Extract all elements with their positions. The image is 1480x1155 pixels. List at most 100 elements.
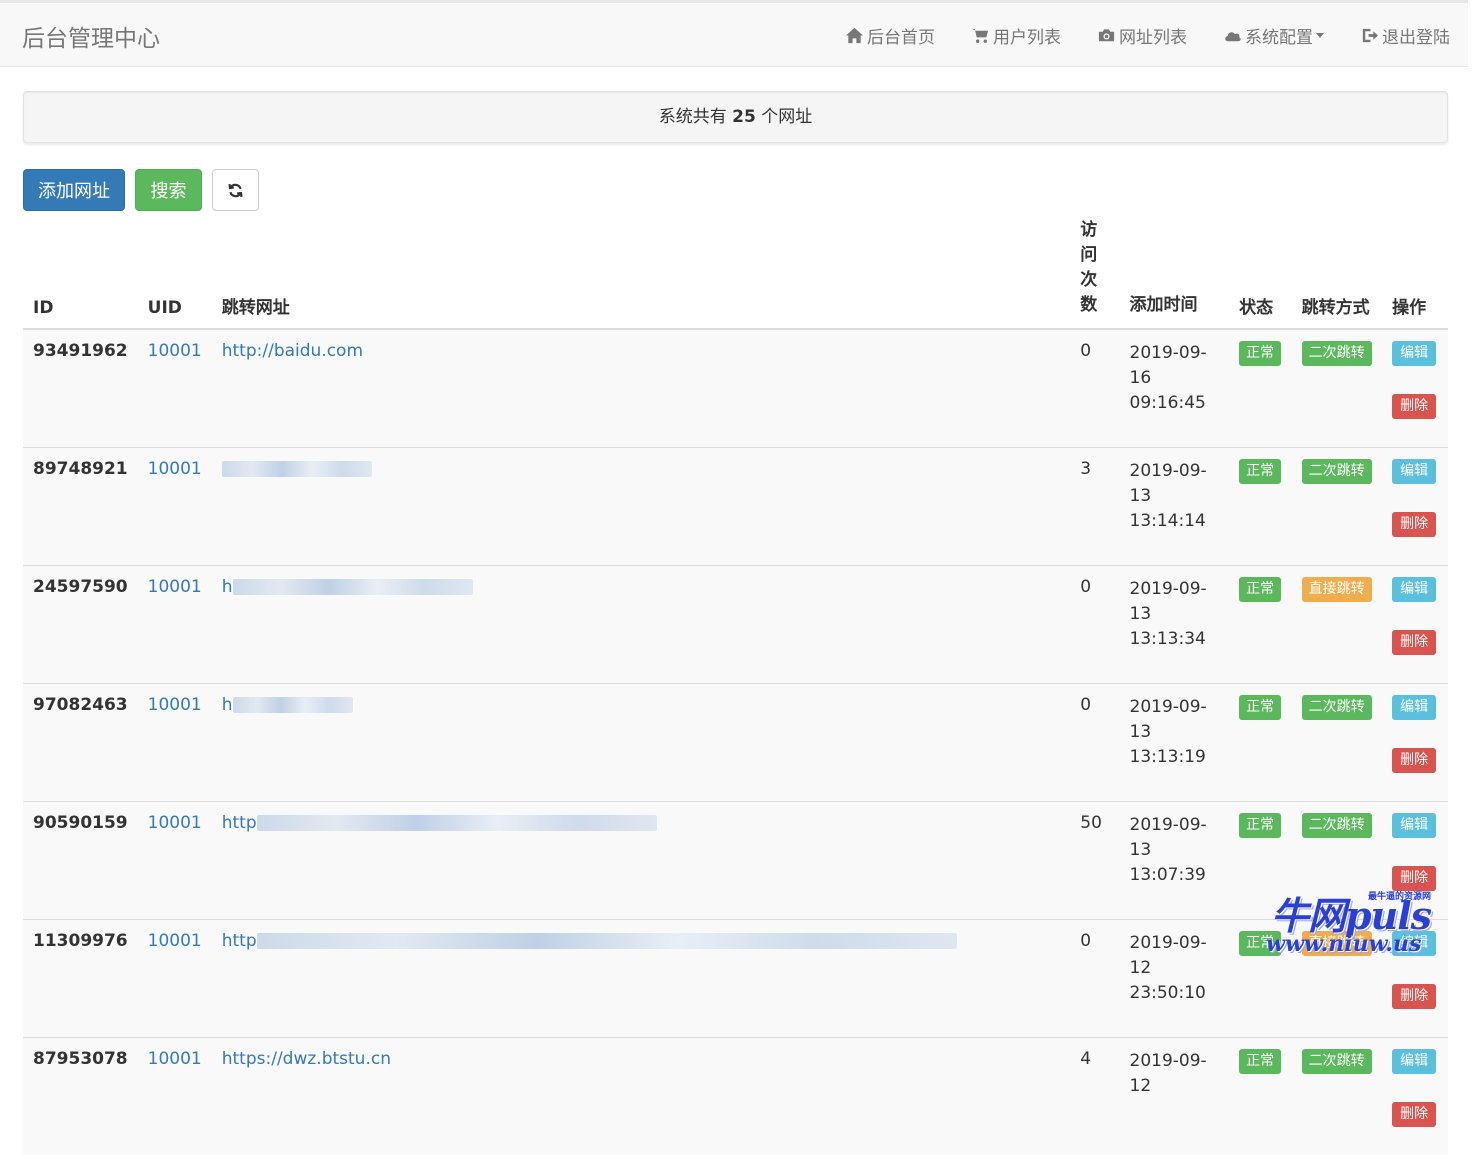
- redirect-mode-badge[interactable]: 二次跳转: [1302, 813, 1372, 838]
- header-uid: UID: [138, 218, 212, 329]
- edit-button[interactable]: 编辑: [1392, 459, 1436, 484]
- table-row: 93491962 10001 http://baidu.com 02019-09-16…: [23, 329, 1448, 448]
- cell-date: 2019-09-13: [1130, 695, 1220, 745]
- cell-id: 87953078: [23, 1038, 138, 1155]
- header-mode: 跳转方式: [1292, 218, 1383, 329]
- status-badge[interactable]: 正常: [1239, 1049, 1281, 1074]
- table-row: 89748921 10001 32019-09-1313:14:14 正常二次跳转编辑…: [23, 448, 1448, 566]
- cell-date: 2019-09-12: [1130, 1049, 1220, 1099]
- watermark-url: www.niuw.us: [1266, 931, 1421, 957]
- cell-clock: 09:16:45: [1130, 391, 1220, 416]
- navbar-brand[interactable]: 后台管理中心: [22, 19, 160, 53]
- status-badge[interactable]: 正常: [1239, 813, 1281, 838]
- url-table: ID UID 跳转网址 访问次数 添加时间 状态 跳转方式 操作 9349196…: [23, 218, 1448, 1155]
- top-navbar: 后台管理中心 后台首页 用户列表 网址列表 系统配置 退出登陆: [0, 0, 1468, 67]
- row-actions: 编辑删除: [1392, 341, 1438, 447]
- uid-link[interactable]: 10001: [148, 459, 202, 479]
- redacted-url-blur: [233, 579, 473, 595]
- nav-item-urls[interactable]: 网址列表: [1097, 23, 1187, 48]
- header-op: 操作: [1382, 218, 1448, 329]
- cell-id: 97082463: [23, 684, 138, 802]
- cell-visits: 0: [1070, 684, 1119, 802]
- cell-time: 2019-09-1313:13:19: [1120, 684, 1230, 802]
- status-badge[interactable]: 正常: [1239, 695, 1281, 720]
- nav-item-home[interactable]: 后台首页: [845, 23, 935, 48]
- cell-date: 2019-09-13: [1130, 813, 1220, 863]
- nav-item-users[interactable]: 用户列表: [971, 23, 1061, 48]
- cell-visits: 3: [1070, 448, 1119, 566]
- uid-link[interactable]: 10001: [148, 695, 202, 715]
- url-link[interactable]: http://baidu.com: [222, 341, 363, 361]
- cell-time: 2019-09-1609:16:45: [1120, 329, 1230, 448]
- cell-time: 2019-09-1223:50:10: [1120, 920, 1230, 1038]
- redirect-mode-badge[interactable]: 直接跳转: [1302, 577, 1372, 602]
- summary-prefix: 系统共有: [659, 107, 727, 127]
- status-badge[interactable]: 正常: [1239, 577, 1281, 602]
- nav-menu: 后台首页 用户列表 网址列表 系统配置 退出登陆: [809, 3, 1450, 67]
- redirect-mode-badge[interactable]: 二次跳转: [1302, 459, 1372, 484]
- delete-button[interactable]: 删除: [1392, 512, 1436, 537]
- edit-button[interactable]: 编辑: [1392, 813, 1436, 838]
- cell-time: 2019-09-1313:13:34: [1120, 566, 1230, 684]
- table-row: 9059015910001http502019-09-1313:07:39正常二…: [23, 802, 1448, 920]
- cell-date: 2019-09-13: [1130, 459, 1220, 509]
- table-row: 2459759010001h02019-09-1313:13:34正常直接跳转编…: [23, 566, 1448, 684]
- uid-link[interactable]: 10001: [148, 577, 202, 597]
- table-header-row: ID UID 跳转网址 访问次数 添加时间 状态 跳转方式 操作: [23, 218, 1448, 329]
- cell-visits: 4: [1070, 1038, 1119, 1155]
- url-link[interactable]: http: [222, 813, 257, 833]
- cell-id: 89748921: [23, 448, 138, 566]
- search-button[interactable]: 搜索: [135, 169, 202, 211]
- uid-link[interactable]: 10001: [148, 1049, 202, 1069]
- chevron-down-icon: [1316, 33, 1324, 38]
- status-badge[interactable]: 正常: [1239, 341, 1281, 366]
- delete-button[interactable]: 删除: [1392, 1102, 1436, 1127]
- redacted-url-blur: [257, 933, 957, 949]
- cell-time: 2019-09-1313:07:39: [1120, 802, 1230, 920]
- watermark-logo: 牛网puls 最牛逼的资源网 www.niuw.us: [1265, 885, 1465, 957]
- table-row: 1130997610001http02019-09-1223:50:10正常直接…: [23, 920, 1448, 1038]
- url-link[interactable]: h: [222, 577, 233, 597]
- redacted-url-blur: [222, 461, 372, 477]
- refresh-button[interactable]: [212, 169, 259, 211]
- delete-button[interactable]: 删除: [1392, 394, 1436, 419]
- row-actions: 编辑删除: [1392, 695, 1438, 801]
- uid-link[interactable]: 10001: [148, 341, 202, 361]
- uid-link[interactable]: 10001: [148, 931, 202, 951]
- cell-clock: 13:14:14: [1130, 509, 1220, 534]
- delete-button[interactable]: 删除: [1392, 630, 1436, 655]
- url-link[interactable]: http: [222, 931, 257, 951]
- nav-item-label: 网址列表: [1119, 23, 1187, 48]
- summary-suffix: 个网址: [761, 107, 812, 127]
- cell-clock: 13:07:39: [1130, 863, 1220, 888]
- summary-count: 25: [732, 107, 756, 127]
- redirect-mode-badge[interactable]: 二次跳转: [1302, 695, 1372, 720]
- edit-button[interactable]: 编辑: [1392, 577, 1436, 602]
- edit-button[interactable]: 编辑: [1392, 1049, 1436, 1074]
- url-link[interactable]: h: [222, 695, 233, 715]
- row-actions: 编辑删除: [1392, 577, 1438, 683]
- cell-time: 2019-09-12: [1120, 1038, 1230, 1155]
- nav-item-label: 用户列表: [993, 23, 1061, 48]
- edit-button[interactable]: 编辑: [1392, 341, 1436, 366]
- status-badge[interactable]: 正常: [1239, 459, 1281, 484]
- add-url-button[interactable]: 添加网址: [23, 169, 125, 211]
- uid-link[interactable]: 10001: [148, 813, 202, 833]
- cell-id: 24597590: [23, 566, 138, 684]
- redirect-mode-badge[interactable]: 二次跳转: [1302, 341, 1372, 366]
- cell-visits: 0: [1070, 329, 1119, 448]
- cell-date: 2019-09-12: [1130, 931, 1220, 981]
- delete-button[interactable]: 删除: [1392, 984, 1436, 1009]
- cell-id: 90590159: [23, 802, 138, 920]
- logout-icon: [1360, 26, 1379, 45]
- nav-item-label: 系统配置: [1245, 23, 1313, 48]
- cell-time: 2019-09-1313:14:14: [1120, 448, 1230, 566]
- url-link[interactable]: https://dwz.btstu.cn: [222, 1049, 391, 1069]
- edit-button[interactable]: 编辑: [1392, 695, 1436, 720]
- redirect-mode-badge[interactable]: 二次跳转: [1302, 1049, 1372, 1074]
- delete-button[interactable]: 删除: [1392, 748, 1436, 773]
- nav-item-logout[interactable]: 退出登陆: [1360, 23, 1450, 48]
- cell-id: 93491962: [23, 329, 138, 448]
- nav-item-config[interactable]: 系统配置: [1223, 23, 1324, 48]
- watermark-tag: 最牛逼的资源网: [1368, 889, 1431, 902]
